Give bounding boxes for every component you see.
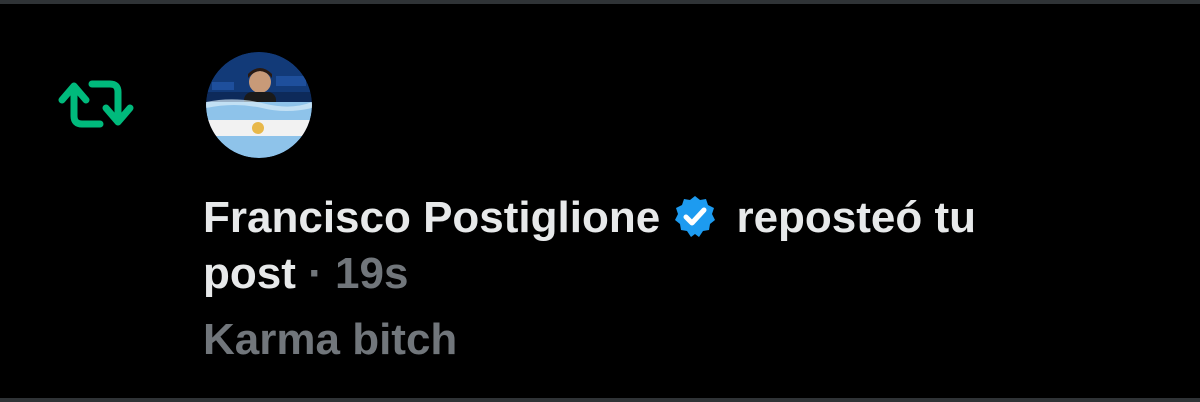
action-text: reposteó tu — [736, 193, 977, 242]
notification-line-2: post · 19s — [203, 246, 1163, 302]
verified-badge-icon — [672, 194, 718, 240]
post-preview[interactable]: Karma bitch — [203, 312, 1163, 368]
repost-notification[interactable]: Francisco Postiglione reposteó tu post ·… — [0, 4, 1200, 398]
timestamp: 19s — [335, 249, 409, 298]
action-text-continued: post — [203, 249, 296, 298]
repost-icon — [58, 76, 134, 132]
avatar[interactable] — [206, 52, 312, 158]
notification-line-1: Francisco Postiglione reposteó tu — [203, 190, 1163, 246]
notification-text: Francisco Postiglione reposteó tu post ·… — [203, 190, 1163, 368]
separator-dot: · — [308, 249, 323, 298]
user-name[interactable]: Francisco Postiglione — [203, 193, 660, 242]
bottom-divider — [0, 398, 1200, 402]
